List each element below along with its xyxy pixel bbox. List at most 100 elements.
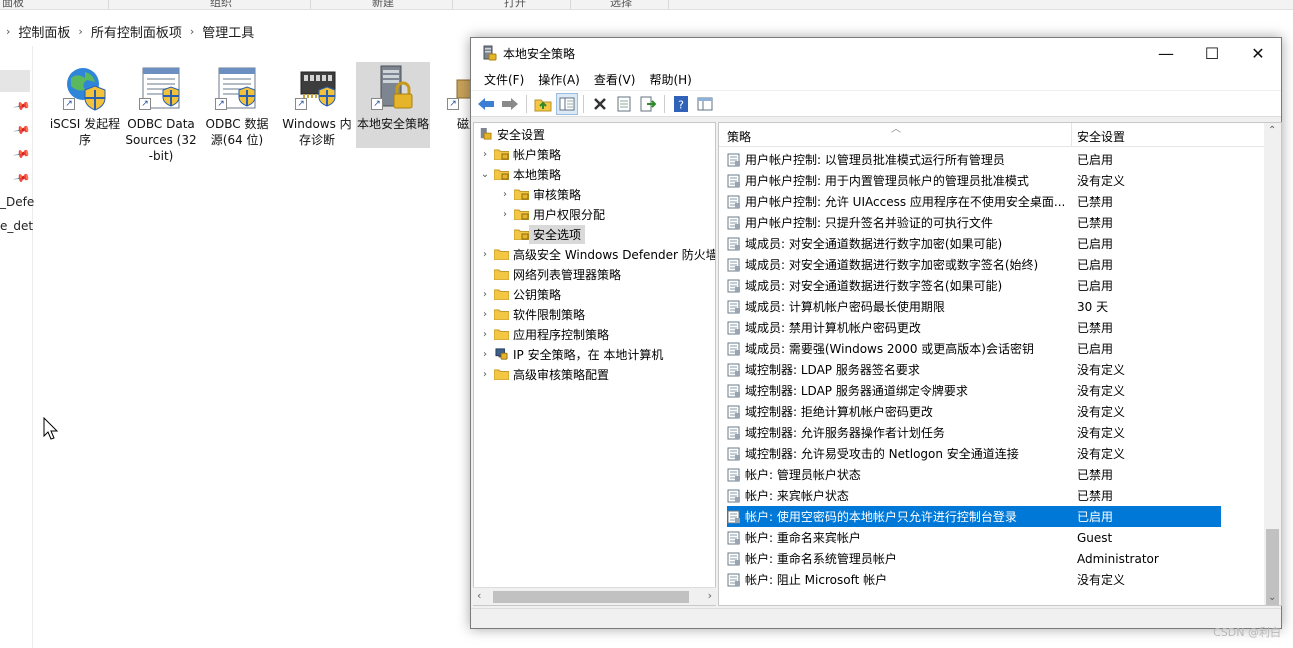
policy-row[interactable]: 域成员: 计算机帐户密码最长使用期限 30 天 — [727, 296, 1221, 317]
breadcrumb-item-admin-tools[interactable]: 管理工具 — [202, 22, 254, 41]
ribbon-group-open: 打开 — [504, 0, 526, 9]
column-header-setting[interactable]: 安全设置 — [1077, 128, 1125, 145]
breadcrumb-chevron-icon: › — [78, 24, 83, 38]
tree-item-security-options[interactable]: 安全选项 — [498, 224, 586, 244]
properties-icon[interactable] — [613, 93, 635, 115]
delete-icon[interactable] — [589, 93, 611, 115]
expand-arrow-icon[interactable]: › — [478, 369, 492, 380]
expand-arrow-icon[interactable]: › — [478, 249, 492, 260]
expand-arrow-icon[interactable]: › — [478, 289, 492, 300]
forward-icon[interactable] — [499, 93, 521, 115]
policy-row[interactable]: 域控制器: 允许易受攻击的 Netlogon 安全通道连接 没有定义 — [727, 443, 1221, 464]
menu-action[interactable]: 操作(A) — [531, 71, 587, 88]
tree-item-user-rights[interactable]: › 用户权限分配 — [498, 204, 605, 224]
scrollbar-thumb[interactable] — [493, 591, 689, 603]
file-item-label: iSCSI 发起程序 — [49, 117, 121, 147]
policy-item-icon — [727, 363, 740, 376]
policy-row[interactable]: 帐户: 阻止 Microsoft 帐户 没有定义 — [727, 569, 1221, 590]
sort-caret-icon: ︿ — [891, 124, 901, 135]
expand-arrow-icon[interactable]: › — [478, 149, 492, 160]
file-item-label: Windows 内存诊断 — [282, 117, 352, 147]
policy-row[interactable]: 帐户: 管理员帐户状态 已禁用 — [727, 464, 1221, 485]
tree-item-audit-policy[interactable]: › 审核策略 — [498, 184, 581, 204]
file-item-label: 本地安全策略 — [356, 117, 429, 131]
breadcrumb-item-all-items[interactable]: 所有控制面板项 — [91, 22, 182, 41]
title-bar[interactable]: 本地安全策略 — ☐ ✕ — [471, 38, 1281, 68]
pin-icon[interactable]: 📌 — [13, 121, 32, 140]
view-icon[interactable] — [694, 93, 716, 115]
policy-row[interactable]: 用户帐户控制: 只提升签名并验证的可执行文件 已禁用 — [727, 212, 1221, 233]
tree-item-account-policies[interactable]: › 帐户策略 — [478, 144, 561, 164]
policy-row[interactable]: 域成员: 对安全通道数据进行数字加密或数字签名(始终) 已启用 — [727, 254, 1221, 275]
policy-setting: 已启用 — [1077, 153, 1114, 167]
maximize-button[interactable]: ☐ — [1189, 38, 1235, 68]
policy-name: 域控制器: LDAP 服务器签名要求 — [745, 363, 920, 377]
policy-row[interactable]: 域控制器: LDAP 服务器通道绑定令牌要求 没有定义 — [727, 380, 1221, 401]
minimize-button[interactable]: — — [1143, 38, 1189, 68]
policy-row[interactable]: 域成员: 禁用计算机帐户密码更改 已禁用 — [727, 317, 1221, 338]
show-tree-icon[interactable] — [556, 92, 578, 115]
policy-item-icon — [727, 447, 740, 460]
nav-selected-item[interactable] — [0, 70, 30, 92]
policy-row[interactable]: 帐户: 来宾帐户状态 已禁用 — [727, 485, 1221, 506]
policy-row[interactable]: 域成员: 对安全通道数据进行数字加密(如果可能) 已启用 — [727, 233, 1221, 254]
close-button[interactable]: ✕ — [1235, 38, 1281, 68]
tree-item-security-settings[interactable]: 安全设置 — [476, 124, 545, 144]
menu-help[interactable]: 帮助(H) — [642, 71, 698, 88]
policy-row[interactable]: 域成员: 对安全通道数据进行数字签名(如果可能) 已启用 — [727, 275, 1221, 296]
policy-row[interactable]: 用户帐户控制: 以管理员批准模式运行所有管理员 已启用 — [727, 149, 1221, 170]
pin-icon[interactable]: 📌 — [13, 145, 32, 164]
policy-row[interactable]: 域控制器: LDAP 服务器签名要求 没有定义 — [727, 359, 1221, 380]
expand-arrow-icon[interactable]: › — [478, 309, 492, 320]
policy-row[interactable]: 域控制器: 拒绝计算机帐户密码更改 没有定义 — [727, 401, 1221, 422]
policy-name: 域成员: 禁用计算机帐户密码更改 — [745, 321, 921, 335]
help-icon[interactable]: ? — [670, 93, 692, 115]
tree-item-app-control[interactable]: › 应用程序控制策略 — [478, 324, 609, 344]
tree-item-software-restriction[interactable]: › 软件限制策略 — [478, 304, 585, 324]
tree-item-advanced-audit[interactable]: › 高级审核策略配置 — [478, 364, 609, 384]
file-item-iscsi[interactable]: ↗ iSCSI 发起程序 — [48, 62, 122, 148]
file-item-odbc64[interactable]: ↗ ODBC 数据源(64 位) — [200, 62, 274, 148]
pin-icon[interactable]: 📌 — [13, 97, 32, 116]
tree-item-public-key[interactable]: › 公钥策略 — [478, 284, 561, 304]
tree-item-ip-security[interactable]: › IP 安全策略，在 本地计算机 — [478, 344, 663, 364]
expand-arrow-icon[interactable]: › — [498, 209, 512, 220]
expand-arrow-icon[interactable]: › — [478, 349, 492, 360]
scroll-down-icon[interactable]: ⌄ — [1268, 592, 1276, 603]
breadcrumb-item-control-panel[interactable]: 控制面板 — [18, 22, 70, 41]
file-item-local-security-policy[interactable]: ↗ 本地安全策略 — [356, 62, 430, 148]
scroll-right-icon[interactable]: › — [708, 589, 712, 602]
nav-item-partial[interactable]: e_det — [0, 219, 33, 233]
scroll-left-icon[interactable]: ‹ — [477, 589, 481, 602]
file-item-memory-diag[interactable]: ↗ Windows 内存诊断 — [280, 62, 354, 148]
policy-row[interactable]: 用户帐户控制: 允许 UIAccess 应用程序在不使用安全桌面... 已禁用 — [727, 191, 1221, 212]
policy-row[interactable]: 域控制器: 允许服务器操作者计划任务 没有定义 — [727, 422, 1221, 443]
policy-row[interactable]: 帐户: 重命名系统管理员帐户 Administrator — [727, 548, 1221, 569]
scroll-up-icon[interactable]: ⌃ — [1268, 125, 1276, 136]
policy-row[interactable]: 用户帐户控制: 用于内置管理员帐户的管理员批准模式 没有定义 — [727, 170, 1221, 191]
policy-row[interactable]: 帐户: 使用空密码的本地帐户只允许进行控制台登录 已启用 — [727, 506, 1221, 527]
up-folder-icon[interactable] — [532, 93, 554, 115]
policy-setting: 没有定义 — [1077, 405, 1126, 419]
expand-arrow-icon[interactable]: › — [478, 329, 492, 340]
tree-horizontal-scrollbar[interactable]: ‹ › — [473, 587, 716, 605]
toolbar: ? — [471, 91, 1281, 117]
menu-view[interactable]: 查看(V) — [587, 71, 643, 88]
pin-icon[interactable]: 📌 — [13, 169, 32, 188]
column-header-policy[interactable]: 策略 — [727, 128, 751, 145]
policy-name: 域控制器: 允许服务器操作者计划任务 — [745, 426, 945, 440]
tree-item-network-list[interactable]: 网络列表管理器策略 — [478, 264, 621, 284]
file-item-odbc32[interactable]: ↗ ODBC Data Sources (32-bit) — [124, 62, 198, 163]
export-icon[interactable] — [637, 93, 659, 115]
list-vertical-scrollbar[interactable]: ⌃ ⌄ — [1264, 123, 1281, 605]
policy-row[interactable]: 帐户: 重命名来宾帐户 Guest — [727, 527, 1221, 548]
nav-item-partial[interactable]: _Defe — [0, 195, 34, 209]
back-icon[interactable] — [475, 93, 497, 115]
expand-arrow-icon[interactable]: › — [498, 189, 512, 200]
policy-name: 域成员: 对安全通道数据进行数字加密(如果可能) — [745, 237, 1003, 251]
menu-file[interactable]: 文件(F) — [477, 71, 531, 88]
tree-item-local-policies[interactable]: ⌄ 本地策略 — [478, 164, 561, 184]
policy-row[interactable]: 域成员: 需要强(Windows 2000 或更高版本)会话密钥 已启用 — [727, 338, 1221, 359]
tree-item-firewall[interactable]: › 高级安全 Windows Defender 防火墙 — [478, 244, 715, 264]
collapse-arrow-icon[interactable]: ⌄ — [478, 169, 492, 180]
